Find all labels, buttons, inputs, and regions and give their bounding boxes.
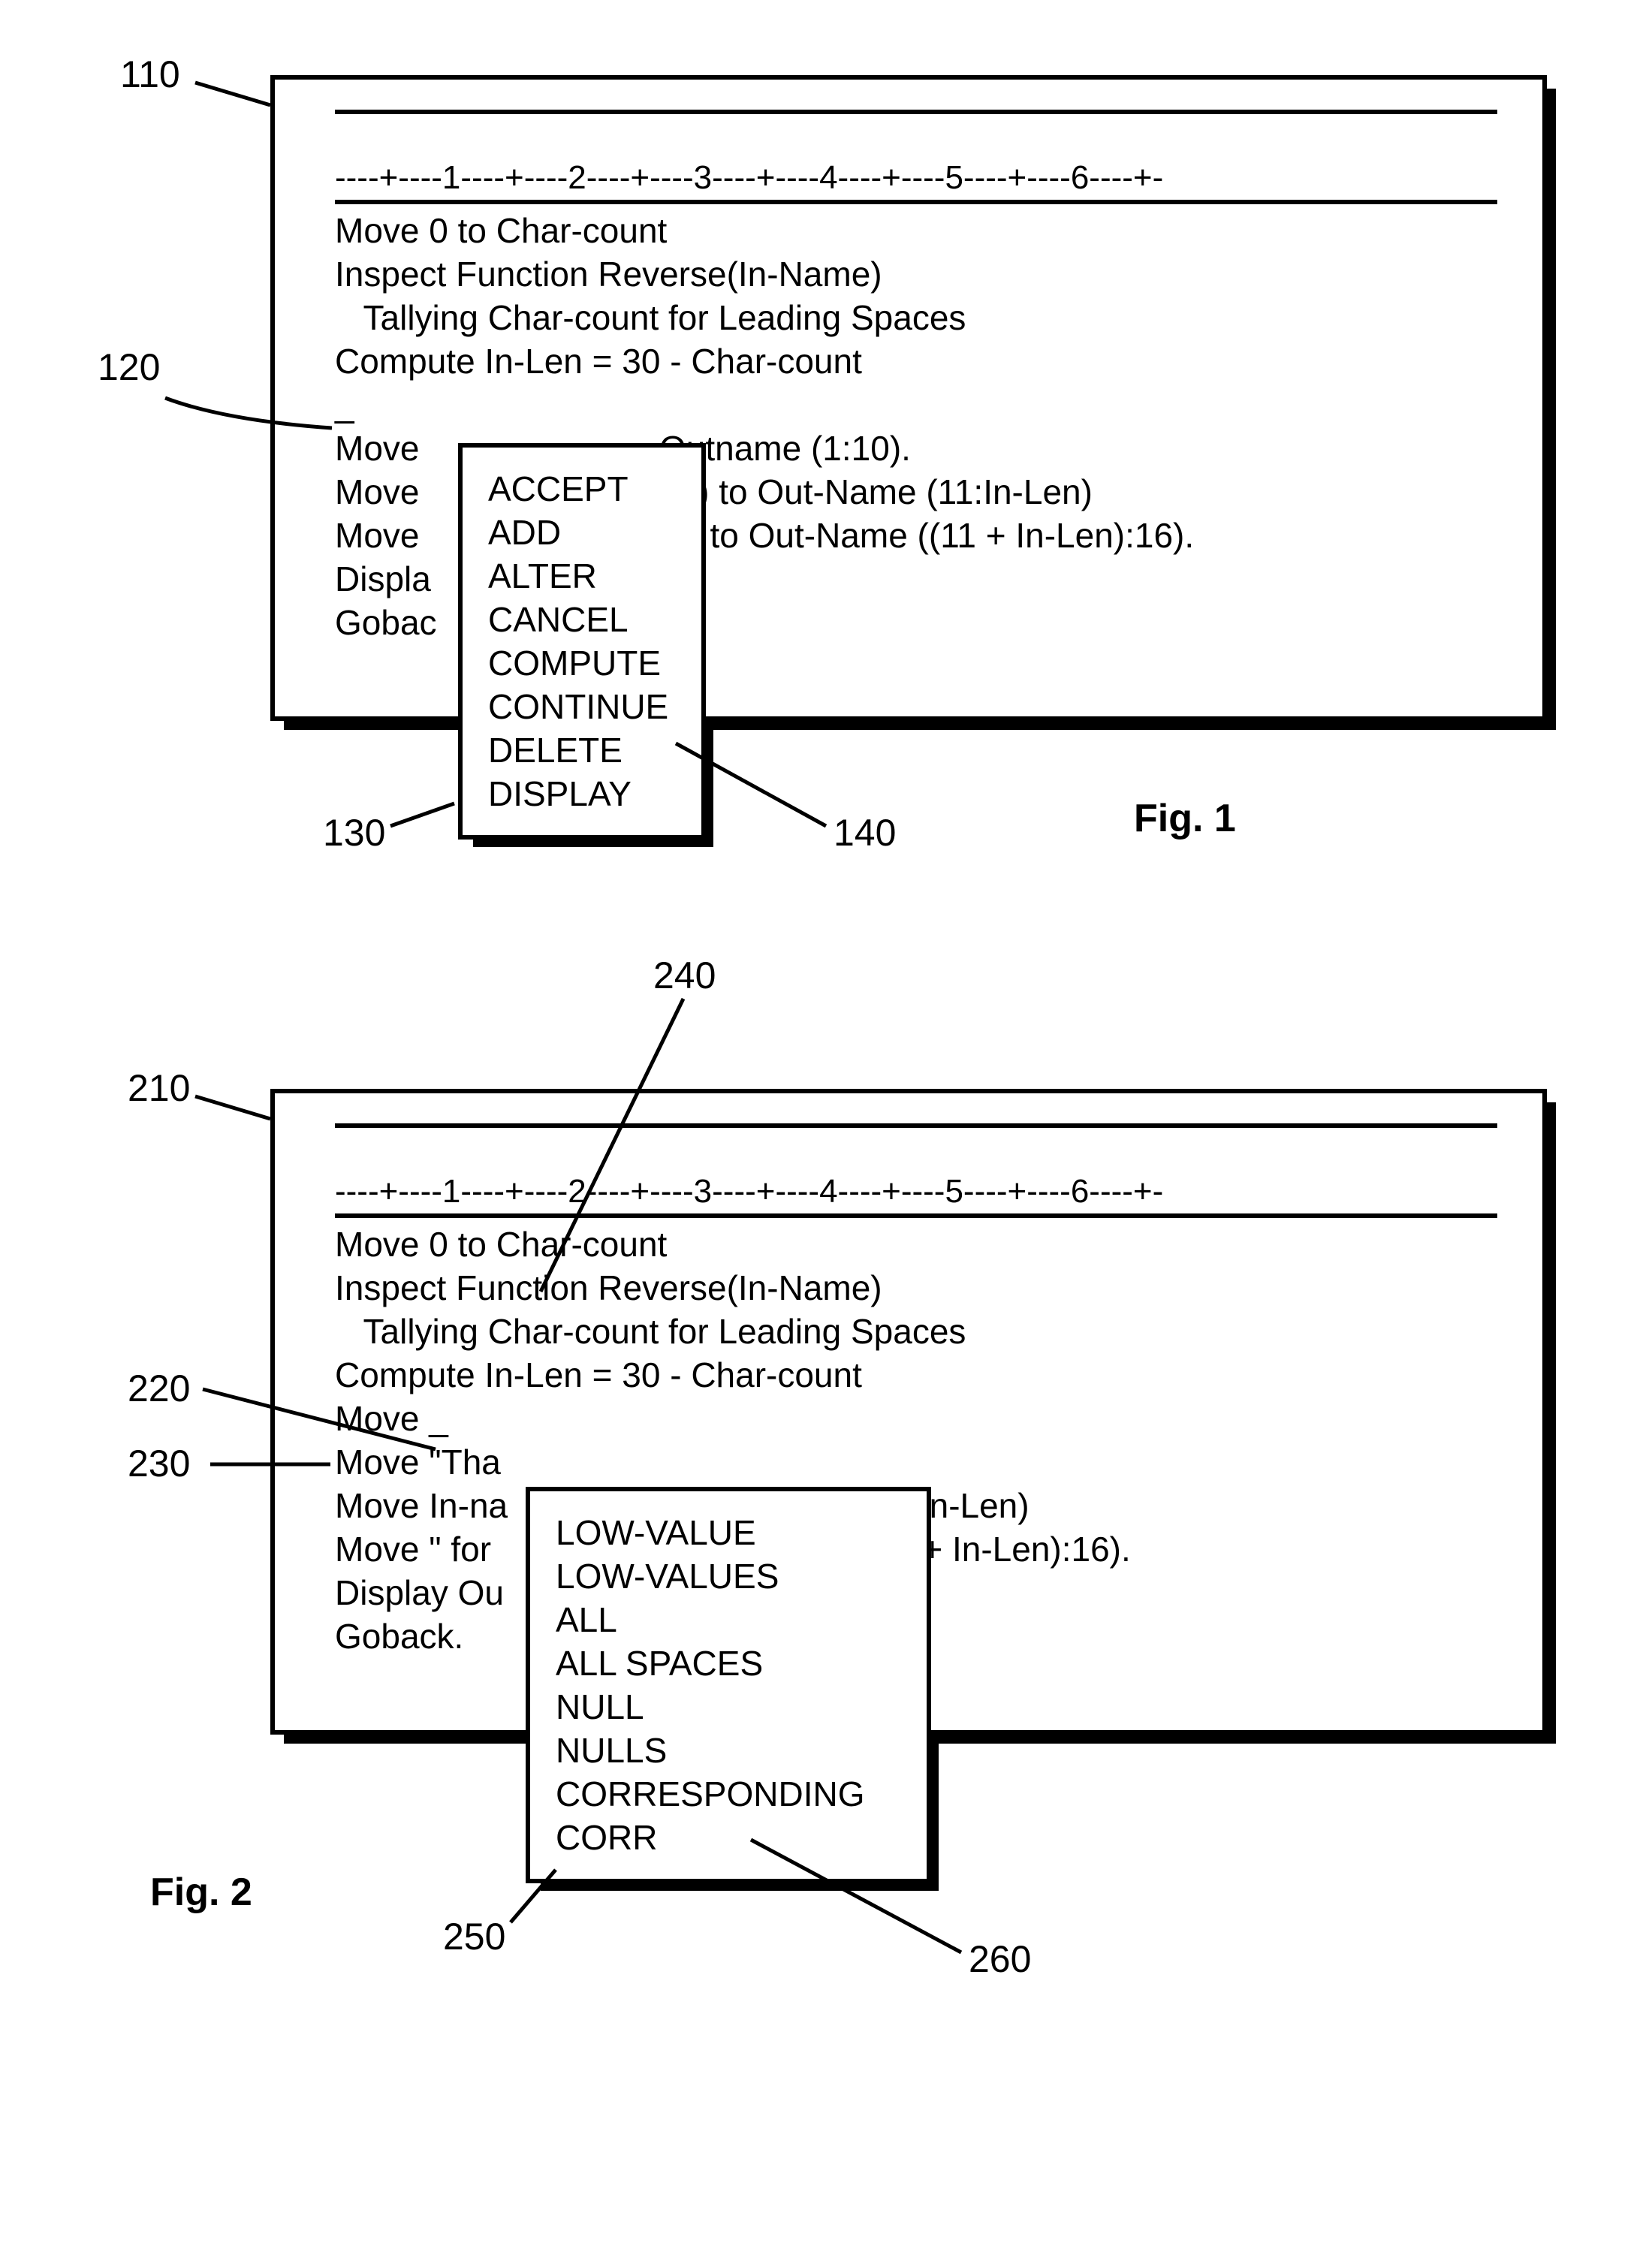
popup-item[interactable]: ACCEPT xyxy=(488,467,676,511)
callout-230: 230 xyxy=(128,1442,190,1485)
callout-120: 120 xyxy=(98,345,160,389)
popup-item[interactable]: CORRESPONDING xyxy=(556,1772,901,1816)
popup-item[interactable]: NULL xyxy=(556,1685,901,1729)
ruler-fig2: ----+----1----+----2----+----3----+----4… xyxy=(335,1173,1497,1218)
code-line: Inspect Function Reverse(In-Name) xyxy=(335,252,1497,296)
figure-label-1: Fig. 1 xyxy=(1134,796,1236,841)
popup-item[interactable]: CONTINUE xyxy=(488,685,676,728)
code-line: Move 0 to Char-count xyxy=(335,1222,1497,1266)
completion-popup-fig2[interactable]: LOW-VALUE LOW-VALUES ALL ALL SPACES NULL… xyxy=(526,1487,931,1883)
callout-130: 130 xyxy=(323,811,385,855)
popup-item[interactable]: NULLS xyxy=(556,1729,901,1772)
popup-item[interactable]: ALL xyxy=(556,1598,901,1641)
popup-item[interactable]: ALTER xyxy=(488,554,676,598)
callout-210: 210 xyxy=(128,1066,190,1110)
code-line: Move 0 to Char-count xyxy=(335,209,1497,252)
code-line: Tallying Char-count for Leading Spaces xyxy=(335,296,1497,339)
code-line: Tallying Char-count for Leading Spaces xyxy=(335,1310,1497,1353)
code-line: Compute In-Len = 30 - Char-count xyxy=(335,1353,1497,1397)
popup-item[interactable]: CORR xyxy=(556,1816,901,1859)
popup-item[interactable]: LOW-VALUE xyxy=(556,1511,901,1554)
callout-140: 140 xyxy=(834,811,896,855)
popup-item[interactable]: ADD xyxy=(488,511,676,554)
code-line: Move "Tha xyxy=(335,1440,1497,1484)
popup-item[interactable]: LOW-VALUES xyxy=(556,1554,901,1598)
popup-item[interactable]: CANCEL xyxy=(488,598,676,641)
popup-item[interactable]: DELETE xyxy=(488,728,676,772)
code-line: _ xyxy=(335,383,1497,427)
callout-110: 110 xyxy=(120,53,180,96)
code-line: Compute In-Len = 30 - Char-count xyxy=(335,339,1497,383)
callout-220: 220 xyxy=(128,1367,190,1410)
ruler-top-bar xyxy=(335,110,1497,114)
ruler-top-bar xyxy=(335,1123,1497,1128)
popup-item[interactable]: ALL SPACES xyxy=(556,1641,901,1685)
callout-240: 240 xyxy=(653,954,716,997)
figure-label-2: Fig. 2 xyxy=(150,1870,252,1915)
ruler-fig1: ----+----1----+----2----+----3----+----4… xyxy=(335,159,1497,204)
code-line: Move _ xyxy=(335,1397,1497,1440)
popup-item[interactable]: DISPLAY xyxy=(488,772,676,815)
callout-260: 260 xyxy=(969,1937,1031,1981)
popup-item[interactable]: COMPUTE xyxy=(488,641,676,685)
code-line: Inspect Function Reverse(In-Name) xyxy=(335,1266,1497,1310)
callout-250: 250 xyxy=(443,1915,505,1958)
completion-popup-fig1[interactable]: ACCEPT ADD ALTER CANCEL COMPUTE CONTINUE… xyxy=(458,443,706,840)
